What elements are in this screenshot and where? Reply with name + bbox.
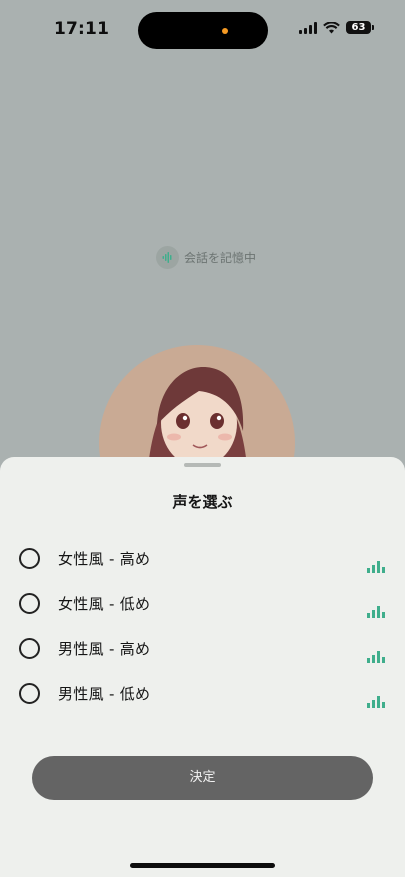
- radio-button[interactable]: [19, 638, 40, 659]
- voice-option-female-low[interactable]: 女性風 - 低め: [0, 583, 405, 623]
- voice-option-female-high[interactable]: 女性風 - 高め: [0, 538, 405, 578]
- wifi-icon: [323, 21, 340, 33]
- radio-button[interactable]: [19, 593, 40, 614]
- voice-option-label: 女性風 - 低め: [58, 595, 151, 613]
- battery-icon: 63: [346, 21, 374, 34]
- voice-preview-icon[interactable]: [367, 561, 385, 573]
- voice-option-label: 男性風 - 低め: [58, 685, 151, 703]
- confirm-button[interactable]: 決定: [32, 756, 373, 800]
- dynamic-island: [138, 12, 268, 49]
- sheet-grabber[interactable]: [184, 463, 221, 467]
- voice-option-male-high[interactable]: 男性風 - 高め: [0, 628, 405, 668]
- status-icons: 63: [299, 21, 374, 34]
- cellular-signal-icon: [299, 21, 317, 34]
- voice-option-label: 男性風 - 高め: [58, 640, 151, 658]
- status-bar: 17:11 63: [0, 0, 405, 60]
- sheet-title: 声を選ぶ: [172, 493, 233, 511]
- radio-button[interactable]: [19, 548, 40, 569]
- voice-select-sheet: 声を選ぶ 女性風 - 高め 女性風 - 低め 男性風 - 高め 男性風 - 低め: [0, 457, 405, 877]
- battery-level: 63: [351, 22, 366, 33]
- radio-button[interactable]: [19, 683, 40, 704]
- voice-preview-icon[interactable]: [367, 606, 385, 618]
- memory-indicator: 会話を記憶中: [156, 246, 256, 269]
- voice-option-male-low[interactable]: 男性風 - 低め: [0, 673, 405, 713]
- voice-option-label: 女性風 - 高め: [58, 550, 151, 568]
- recording-dot-icon: [222, 28, 228, 34]
- status-time: 17:11: [54, 19, 110, 39]
- home-indicator[interactable]: [130, 863, 275, 868]
- voice-preview-icon[interactable]: [367, 696, 385, 708]
- memory-label: 会話を記憶中: [184, 251, 257, 265]
- sound-wave-icon: [156, 246, 179, 269]
- voice-preview-icon[interactable]: [367, 651, 385, 663]
